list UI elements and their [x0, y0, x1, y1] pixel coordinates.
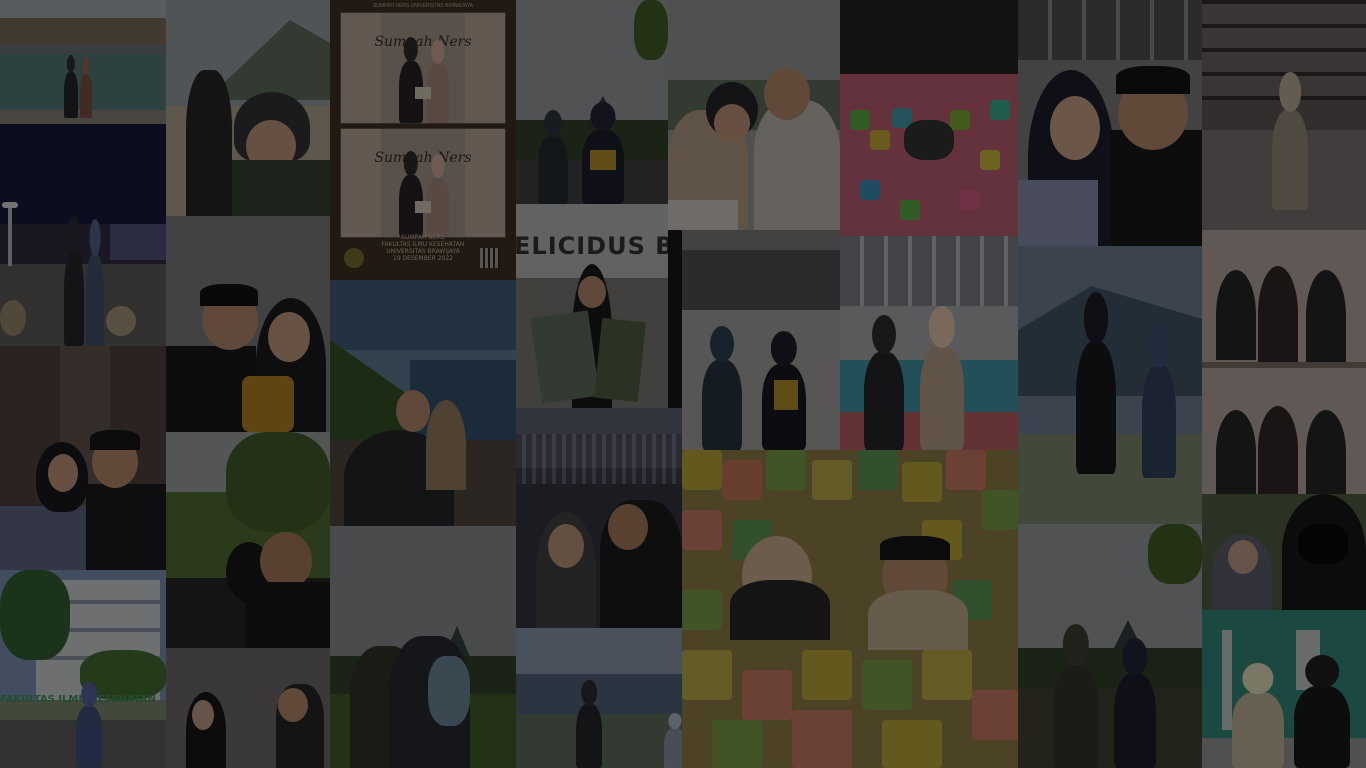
couple-selfie-indoor-photo — [0, 346, 166, 570]
couple-selfie-photo — [1018, 0, 1202, 246]
helmet-selfie-photo — [668, 0, 840, 230]
couple-indoor-photo — [166, 648, 330, 768]
teal-wall-couple-photo — [1202, 610, 1366, 768]
temple-crowd-photo — [1018, 524, 1202, 768]
foam-pit-overhead-photo — [840, 0, 1018, 236]
campus-building-photo: FAKULTAS ILMU KESEHATAN — [0, 570, 166, 768]
couple-hug-temple-photo — [330, 526, 516, 768]
certificate-photo-lower: Sumpah Ners — [340, 128, 506, 238]
certificate-photo-upper: Sumpah Ners — [340, 12, 506, 124]
cliff-selfie-photo — [330, 280, 516, 526]
graduation-temple-photo — [516, 0, 668, 204]
restaurant-sign-text: ELICIDUS BU — [516, 232, 668, 260]
certificate-title-lower: Sumpah Ners — [374, 150, 472, 166]
photo-collage-background: FAKULTAS ILMU KESEHATAN SUMPAH NERS UNIV… — [0, 0, 1366, 768]
masked-photo-strip — [1202, 230, 1366, 494]
delicious-sign-photo: ELICIDUS BU — [516, 204, 668, 408]
couple-by-pool-photo — [0, 0, 166, 124]
couple-posing-court-photo — [840, 236, 1018, 450]
masked-couple-photo — [1202, 494, 1366, 610]
field-selfie-photo — [166, 432, 330, 648]
certificate-title-upper: Sumpah Ners — [374, 34, 472, 50]
couple-at-night-plaza-photo — [0, 124, 166, 346]
corridor-figure-photo — [1202, 0, 1366, 230]
helmet-selfie-mountain-photo — [166, 0, 330, 216]
foam-pit-couple-photo — [682, 450, 1018, 768]
concert-crowd-selfie-photo — [516, 408, 682, 628]
university-seal-icon — [344, 248, 364, 268]
certificate-footer-line-1: SUMPAH NERS — [401, 234, 445, 241]
mountain-walk-photo — [1018, 246, 1202, 524]
certificate-top-text: SUMPAH NERS UNIVERSITAS BRAWIJAYA — [372, 3, 473, 9]
sumpah-ners-certificate-photo: SUMPAH NERS UNIVERSITAS BRAWIJAYA Sumpah… — [330, 0, 516, 280]
qr-code-icon — [480, 248, 500, 268]
couple-with-honey-jar-photo — [166, 216, 330, 432]
certificate-footer-line-2: FAKULTAS ILMU KESEHATAN — [381, 241, 465, 248]
graduation-pair-photo — [682, 230, 840, 450]
